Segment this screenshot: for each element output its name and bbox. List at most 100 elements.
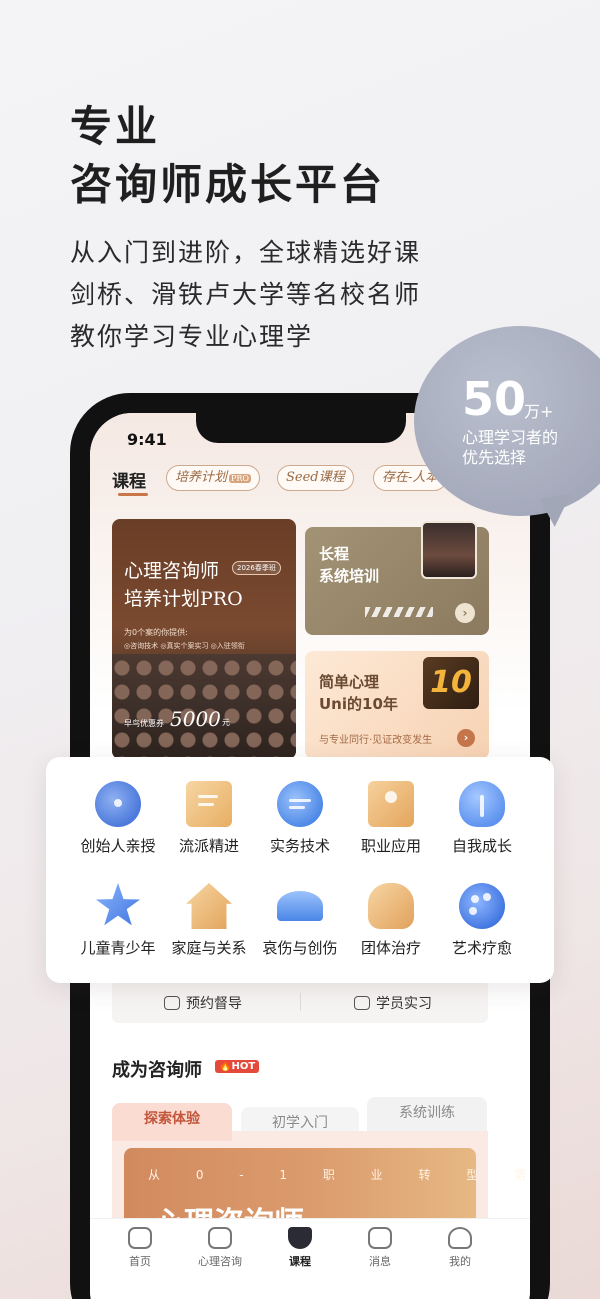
banner-provide-text: 为0个案的你提供: xyxy=(124,628,188,637)
coupon-unit: 元 xyxy=(222,718,230,727)
tabbar-consult-label: 心理咨询 xyxy=(198,1255,242,1268)
banner-title-line-2: 培养计划PRO xyxy=(124,588,243,610)
tabbar-home[interactable]: 首页 xyxy=(110,1227,170,1269)
home-icon xyxy=(128,1227,152,1249)
headline-line-1: 专业 xyxy=(70,102,161,151)
tab-training-plan-label: 培养计划 xyxy=(175,470,228,485)
category-art-therapy-label: 艺术疗愈 xyxy=(451,939,512,957)
category-grid: 创始人亲授 流派精进 实务技术 职业应用 自我成长 儿童青少年 家庭与关系 哀伤… xyxy=(46,757,554,983)
tabbar-profile-label: 我的 xyxy=(449,1255,471,1268)
subheadline-line-3: 教你学习专业心理学 xyxy=(70,322,314,351)
tab-seed-courses[interactable]: Seed课程 xyxy=(277,465,354,491)
tab-explore-experience[interactable]: 探索体验 xyxy=(112,1103,232,1141)
stat-unit: 万+ xyxy=(524,402,554,421)
banner-title-line-1: 心理咨询师 xyxy=(124,560,220,582)
medal-icon xyxy=(95,781,141,827)
category-family-label: 家庭与关系 xyxy=(171,939,247,957)
stat-caption: 心理学习者的 优先选择 xyxy=(462,428,558,468)
ten-year-badge: 10 xyxy=(423,657,479,709)
category-children[interactable]: 儿童青少年 xyxy=(68,883,168,958)
category-group-therapy[interactable]: 团体治疗 xyxy=(341,883,441,958)
group-icon xyxy=(368,883,414,929)
tab-courses[interactable]: 课程 xyxy=(112,467,146,492)
uni-tagline: 与专业同行·见证改变发生 xyxy=(319,735,433,746)
headline-line-2: 咨询师成长平台 xyxy=(70,160,386,209)
category-family[interactable]: 家庭与关系 xyxy=(159,883,259,958)
category-schools-label: 流派精进 xyxy=(178,837,239,855)
hot-badge: 🔥HOT xyxy=(215,1060,260,1073)
coupon-amount: 5000 xyxy=(170,707,221,731)
pro-badge: PRO xyxy=(229,474,251,483)
book-supervision-label: 预约督导 xyxy=(186,996,242,1012)
chevron-right-icon[interactable]: › xyxy=(455,603,475,623)
tabbar-courses[interactable]: 课程 xyxy=(270,1227,330,1269)
category-children-label: 儿童青少年 xyxy=(80,939,156,957)
uni-title-line-2: Uni的10年 xyxy=(319,695,398,713)
stat-number: 50 xyxy=(462,372,527,426)
house-icon xyxy=(186,883,232,929)
category-techniques-label: 实务技术 xyxy=(269,837,330,855)
tabbar-courses-label: 课程 xyxy=(289,1255,311,1268)
tabbar-profile[interactable]: 我的 xyxy=(430,1227,490,1269)
promo-banner[interactable]: 心理咨询师 培养计划PRO 2026春季班 为0个案的你提供: ◎咨询技术 ◎真… xyxy=(112,519,296,759)
tree-icon xyxy=(459,781,505,827)
star-icon xyxy=(95,883,141,926)
tab-active-indicator xyxy=(118,493,148,496)
category-self-growth[interactable]: 自我成长 xyxy=(432,781,532,856)
uni-title: 简单心理 Uni的10年 xyxy=(319,671,398,715)
chat-icon xyxy=(164,996,180,1010)
category-founder[interactable]: 创始人亲授 xyxy=(68,781,168,856)
uni-title-line-1: 简单心理 xyxy=(319,673,380,691)
message-icon xyxy=(368,1227,392,1249)
tabbar-home-label: 首页 xyxy=(129,1255,151,1268)
category-self-growth-label: 自我成长 xyxy=(451,837,512,855)
category-art-therapy[interactable]: 艺术疗愈 xyxy=(432,883,532,958)
category-grief-trauma[interactable]: 哀伤与创伤 xyxy=(250,883,350,958)
briefcase-icon xyxy=(354,996,370,1010)
season-badge: 2026春季班 xyxy=(232,561,281,575)
tabbar-messages[interactable]: 消息 xyxy=(350,1227,410,1269)
tabbar-consult[interactable]: 心理咨询 xyxy=(190,1227,250,1269)
category-schools[interactable]: 流派精进 xyxy=(159,781,259,856)
tabbar-messages-label: 消息 xyxy=(369,1255,391,1268)
banner-tags: ◎咨询技术 ◎真实个案实习 ◎入驻领衔 xyxy=(124,642,245,650)
subheadline-line-2: 剑桥、滑铁卢大学等名校名师 xyxy=(70,280,422,309)
profile-icon xyxy=(448,1227,472,1249)
banner-title: 心理咨询师 培养计划PRO xyxy=(124,557,243,613)
services-row: 预约督导 学员实习 xyxy=(112,981,488,1023)
subheadline-line-1: 从入门到进阶，全球精选好课 xyxy=(70,238,422,267)
divider xyxy=(300,993,301,1011)
category-founder-label: 创始人亲授 xyxy=(80,837,156,855)
long-term-title: 长程 系统培训 xyxy=(319,543,379,587)
course-card-tagline: 从 0 - 1 职 业 转 型 第 一 步 xyxy=(148,1168,530,1182)
uni-anniversary-card[interactable]: 简单心理 Uni的10年 10 与专业同行·见证改变发生 › xyxy=(305,651,489,759)
category-techniques[interactable]: 实务技术 xyxy=(250,781,350,856)
category-group-therapy-label: 团体治疗 xyxy=(360,939,421,957)
category-career-label: 职业应用 xyxy=(360,837,421,855)
hot-badge-label: HOT xyxy=(231,1061,256,1072)
graduation-cap-icon xyxy=(288,1227,312,1249)
long-term-title-line-2: 系统培训 xyxy=(319,567,380,585)
consult-icon xyxy=(208,1227,232,1249)
umbrella-icon xyxy=(277,891,323,921)
tab-training-plan[interactable]: 培养计划 PRO xyxy=(166,465,260,491)
book-supervision-button[interactable]: 预约督导 xyxy=(164,993,242,1013)
category-grief-trauma-label: 哀伤与创伤 xyxy=(262,939,338,957)
student-internship-button[interactable]: 学员实习 xyxy=(354,993,432,1013)
chat-bubble-icon xyxy=(277,781,323,827)
id-card-icon xyxy=(368,781,414,827)
chevron-right-icon[interactable]: › xyxy=(457,729,475,747)
category-career[interactable]: 职业应用 xyxy=(341,781,441,856)
coupon-label: 早鸟优惠券 xyxy=(124,719,164,728)
tab-systematic-training[interactable]: 系统训练 xyxy=(367,1097,487,1135)
bubble-tail xyxy=(539,493,577,529)
palette-icon xyxy=(459,883,505,929)
section-title: 成为咨询师 xyxy=(112,1060,202,1081)
training-thumbnail xyxy=(421,521,477,579)
marketing-headline: 专业 咨询师成长平台 从入门到进阶，全球精选好课 剑桥、滑铁卢大学等名校名师 教… xyxy=(70,98,421,358)
phone-notch xyxy=(196,413,406,443)
bottom-tab-bar: 首页 心理咨询 课程 消息 我的 xyxy=(90,1218,530,1299)
long-term-training-card[interactable]: 长程 系统培训 › xyxy=(305,521,489,635)
stat-caption-line-2: 优先选择 xyxy=(462,448,527,467)
long-term-title-line-1: 长程 xyxy=(319,545,350,563)
